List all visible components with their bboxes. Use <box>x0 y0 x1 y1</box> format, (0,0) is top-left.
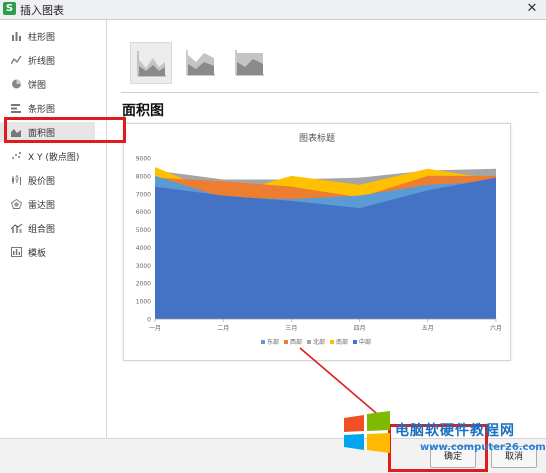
y-tick-label: 0 <box>147 317 151 324</box>
title-bar: S 插入图表 ✕ <box>0 0 546 20</box>
legend-label: 北部 <box>313 338 325 346</box>
x-tick-label: 一月 <box>149 325 161 332</box>
x-tick-label: 二月 <box>217 325 229 332</box>
x-tick-label: 三月 <box>285 325 297 332</box>
sidebar-item-template[interactable]: 模板 <box>0 242 106 262</box>
y-tick-label: 6000 <box>136 209 151 216</box>
legend-label: 西部 <box>290 338 302 346</box>
stock-chart-icon <box>12 175 21 185</box>
area-chart-svg: 图表标题 0 1000 2000 3000 4000 5000 6000 7000 8000 900… <box>136 132 502 346</box>
chart-title: 图表标题 <box>299 132 335 144</box>
sidebar-item-label: 雷达图 <box>28 201 56 211</box>
sidebar-item-label: 组合图 <box>28 225 56 235</box>
dialog-title: 插入图表 <box>20 4 64 17</box>
close-button[interactable]: ✕ <box>524 1 540 17</box>
legend-label: 东部 <box>267 338 279 346</box>
stacked-area-subtype-icon <box>186 50 215 76</box>
y-tick-label: 1000 <box>136 299 151 306</box>
combo-chart-icon <box>11 223 22 233</box>
sidebar-item-radar[interactable]: 雷达图 <box>0 194 106 214</box>
column-chart-icon <box>12 32 21 41</box>
chart-type-sidebar: 柱形图 折线图 饼图 条形图 面积图 X Y (散点图) 股价图 雷达图 组合图… <box>0 20 107 438</box>
legend-swatch-中部 <box>353 340 357 344</box>
insert-chart-dialog: S 插入图表 ✕ 柱形图 折线图 饼图 条形图 面积图 X Y (散点图) 股价… <box>0 0 546 473</box>
chart-type-heading: 面积图 <box>122 103 164 119</box>
subtype-percent-stacked-area[interactable] <box>229 42 269 82</box>
sidebar-item-label: 饼图 <box>28 81 47 91</box>
y-tick-label: 5000 <box>136 227 151 234</box>
chart-options-panel: 面积图 图表标题 0 1000 2000 3000 4000 5000 6000 7000 800… <box>107 20 546 438</box>
line-chart-icon <box>11 55 22 65</box>
sidebar-item-bar[interactable]: 条形图 <box>0 98 106 118</box>
sidebar-item-stock[interactable]: 股价图 <box>0 170 106 190</box>
x-tick-label: 六月 <box>490 324 502 332</box>
subtype-stacked-area[interactable] <box>180 42 220 82</box>
chart-preview: 图表标题 0 1000 2000 3000 4000 5000 6000 7000 8000 900… <box>123 123 511 361</box>
y-tick-label: 8000 <box>136 173 151 180</box>
y-tick-label: 3000 <box>136 263 151 270</box>
watermark-url: www.computer26.com <box>420 442 546 453</box>
y-tick-label: 2000 <box>136 281 151 288</box>
legend-swatch-西部 <box>284 340 288 344</box>
subtype-area[interactable] <box>130 42 172 84</box>
x-tick-label: 四月 <box>354 325 366 332</box>
watermark-text: 电脑软硬件教程网 <box>395 423 515 439</box>
sidebar-item-label: 模板 <box>28 249 47 259</box>
bar-chart-icon <box>11 104 21 113</box>
highlight-area-chart <box>4 117 126 143</box>
sidebar-item-pie[interactable]: 饼图 <box>0 74 106 94</box>
sidebar-item-label: X Y (散点图) <box>28 153 80 163</box>
windows-logo-watermark <box>344 411 390 453</box>
legend-label: 中部 <box>359 338 371 346</box>
y-tick-label: 9000 <box>136 156 151 163</box>
section-divider <box>121 92 539 93</box>
sidebar-item-label: 股价图 <box>28 177 56 187</box>
sidebar-item-scatter[interactable]: X Y (散点图) <box>0 146 106 166</box>
y-tick-label: 4000 <box>136 245 151 252</box>
sidebar-item-label: 折线图 <box>28 57 56 67</box>
percent-stacked-area-subtype-icon <box>235 50 264 76</box>
sidebar-item-label: 柱形图 <box>28 33 56 43</box>
sidebar-item-combo[interactable]: 组合图 <box>0 218 106 238</box>
y-tick-label: 7000 <box>136 191 151 198</box>
x-tick-label: 五月 <box>422 325 434 332</box>
sidebar-item-line[interactable]: 折线图 <box>0 50 106 70</box>
app-logo-icon: S <box>3 2 16 15</box>
template-icon <box>11 247 22 257</box>
legend-swatch-北部 <box>307 340 311 344</box>
legend-label: 南部 <box>336 338 348 346</box>
sidebar-item-column[interactable]: 柱形图 <box>0 26 106 46</box>
pie-chart-icon <box>12 79 21 89</box>
sidebar-item-label: 条形图 <box>28 105 56 115</box>
legend-swatch-东部 <box>261 340 265 344</box>
legend-swatch-南部 <box>330 340 334 344</box>
area-subtype-icon <box>137 51 166 77</box>
scatter-chart-icon <box>12 152 21 159</box>
radar-chart-icon <box>11 199 22 209</box>
